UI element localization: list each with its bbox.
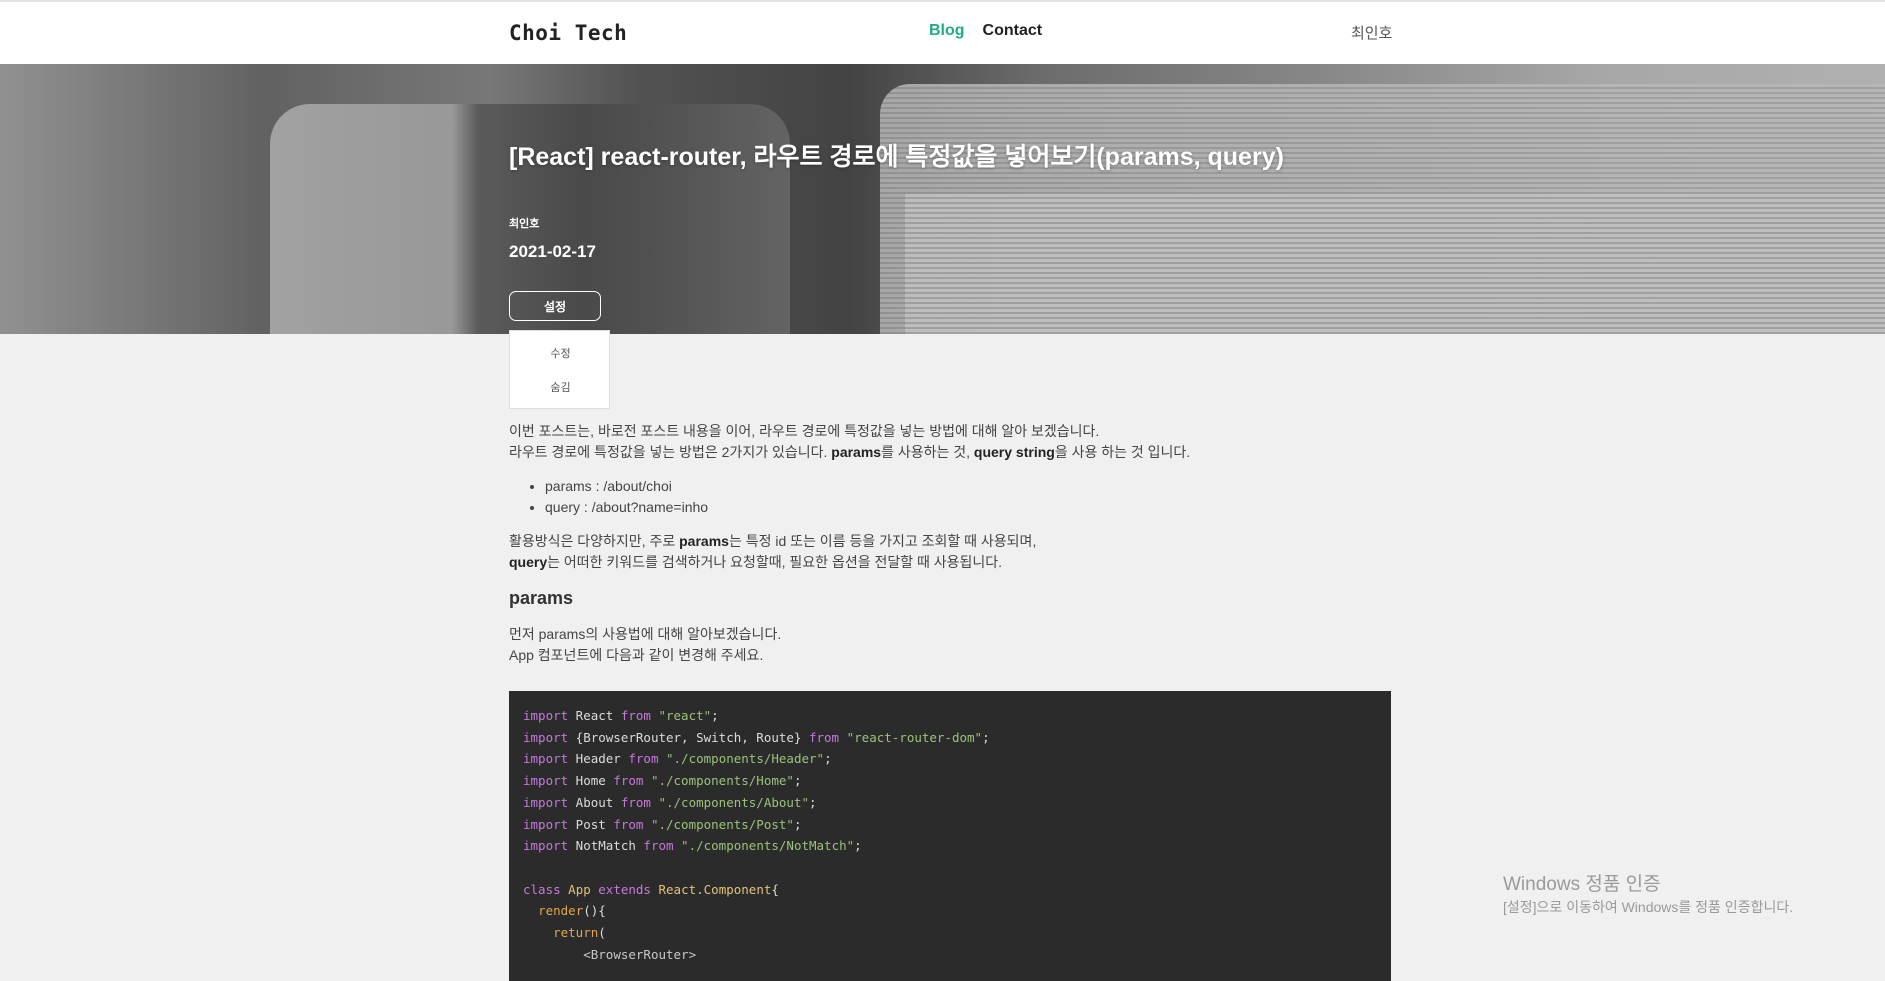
params-term: params [679, 533, 729, 549]
list-item: params : /about/choi [545, 476, 1391, 497]
code-line: import Home from "./components/Home"; [523, 773, 802, 789]
intro-line-2-text: 을 사용 하는 것 입니다. [1054, 444, 1191, 460]
code-line: import About from "./components/About"; [523, 794, 817, 810]
intro-line-1: 이번 포스트는, 바로전 포스트 내용을 이어, 라우트 경로에 특정값을 넣는… [509, 423, 1100, 439]
settings-dropdown-menu: 수정 숨김 [509, 330, 610, 409]
usage-text: 는 특정 id 또는 이름 등을 가지고 조회할 때 사용되며, [728, 533, 1037, 549]
windows-activation-watermark: Windows 정품 인증 [설정]으로 이동하여 Windows를 정품 인증… [1503, 874, 1793, 918]
list-item: query : /about?name=inho [545, 497, 1391, 518]
intro-line-2-text: 를 사용하는 것, [881, 444, 974, 460]
post-title: [React] react-router, 라우트 경로에 특정값을 넣어보기(… [509, 143, 1284, 171]
site-logo[interactable]: Choi Tech [509, 21, 627, 45]
code-line: return( [553, 925, 606, 941]
code-line: import React from "react"; [523, 708, 719, 723]
intro-line-2-text: 라우트 경로에 특정값을 넣는 방법은 2가지가 있습니다. [509, 444, 832, 460]
main-nav: Blog Contact [929, 22, 1042, 40]
code-line: import NotMatch from "./components/NotMa… [523, 838, 862, 854]
code-line: import {BrowserRouter, Switch, Route} fr… [523, 729, 990, 745]
post-hero-banner: [React] react-router, 라우트 경로에 특정값을 넣어보기(… [0, 64, 1885, 334]
post-body: 이번 포스트는, 바로전 포스트 내용을 이어, 라우트 경로에 특정값을 넣는… [509, 421, 1391, 679]
params-text: 먼저 params의 사용법에 대해 알아보겠습니다. [509, 626, 782, 642]
post-author: 최인호 [509, 218, 540, 230]
code-line: import Post from "./components/Post"; [523, 816, 802, 832]
intro-paragraph: 이번 포스트는, 바로전 포스트 내용을 이어, 라우트 경로에 특정값을 넣는… [509, 421, 1391, 463]
menu-item-hide[interactable]: 숨김 [510, 379, 611, 395]
params-text: App 컴포넌트에 다음과 같이 변경해 주세요. [509, 647, 764, 663]
watermark-title: Windows 정품 인증 [1503, 874, 1661, 895]
watermark-subtitle: [설정]으로 이동하여 Windows를 정품 인증합니다. [1503, 899, 1794, 915]
user-name-link[interactable]: 최인호 [1351, 22, 1392, 43]
site-header: Choi Tech Blog Contact 최인호 [0, 2, 1885, 64]
nav-contact-link[interactable]: Contact [983, 22, 1043, 40]
query-string-term: query string [973, 444, 1055, 460]
code-line: class App extends React.Component{ [523, 881, 779, 897]
menu-item-edit[interactable]: 수정 [510, 345, 611, 361]
post-date: 2021-02-17 [509, 242, 596, 261]
params-paragraph: 먼저 params의 사용법에 대해 알아보겠습니다. App 컴포넌트에 다음… [509, 624, 1391, 666]
usage-text: 는 어떠한 키워드를 검색하거나 요청할때, 필요한 옵션을 전달할 때 사용됩… [547, 554, 1003, 570]
section-heading-params: params [509, 588, 574, 608]
route-examples-list: params : /about/choi query : /about?name… [545, 476, 1391, 518]
nav-blog-link[interactable]: Blog [929, 22, 965, 40]
settings-button[interactable]: 설정 [509, 291, 601, 321]
usage-text: 활용방식은 다양하지만, 주로 [509, 533, 680, 549]
query-term: query [509, 554, 548, 570]
hero-overlay [0, 64, 1885, 334]
code-line: import Header from "./components/Header"… [523, 751, 832, 767]
code-line: <BrowserRouter> [583, 946, 697, 962]
code-block: import React from "react"; import {Browse… [509, 691, 1391, 981]
params-term: params [831, 444, 882, 460]
code-line: render(){ [538, 903, 606, 919]
usage-paragraph: 활용방식은 다양하지만, 주로 params는 특정 id 또는 이름 등을 가… [509, 531, 1391, 573]
